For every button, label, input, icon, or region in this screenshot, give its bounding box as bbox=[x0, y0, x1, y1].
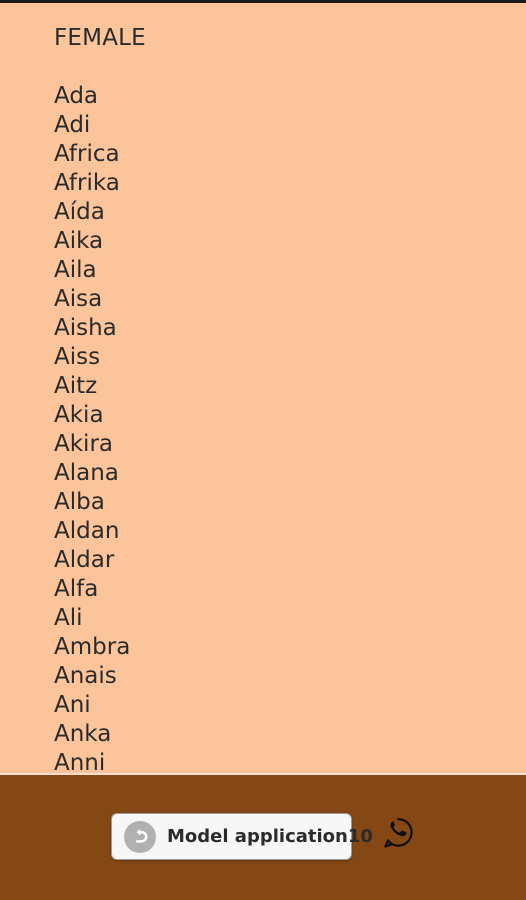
list-item[interactable]: Alana bbox=[54, 459, 526, 488]
back-arrow-icon[interactable] bbox=[124, 820, 156, 853]
section-title: FEMALE bbox=[54, 25, 146, 51]
list-item[interactable]: Ambra bbox=[54, 633, 526, 662]
list-item[interactable]: Africa bbox=[54, 140, 526, 169]
content-inner: FEMALE Ada Adi Africa Afrika Aída Aika A… bbox=[0, 3, 526, 773]
list-item[interactable]: Aisa bbox=[54, 285, 526, 314]
list-item[interactable]: Aída bbox=[54, 198, 526, 227]
list-item[interactable]: Aiss bbox=[54, 343, 526, 372]
app-switch-button[interactable]: Model application10 bbox=[111, 813, 373, 860]
list-item[interactable]: Ani bbox=[54, 691, 526, 720]
list-item[interactable]: Akia bbox=[54, 401, 526, 430]
list-item[interactable]: Ali bbox=[54, 604, 526, 633]
list-item[interactable]: Anni bbox=[54, 749, 526, 773]
list-item[interactable]: Aldan bbox=[54, 517, 526, 546]
list-item[interactable]: Anka bbox=[54, 720, 526, 749]
list-item[interactable]: Ada bbox=[54, 82, 526, 111]
name-list-scroll-area[interactable]: FEMALE Ada Adi Africa Afrika Aída Aika A… bbox=[0, 3, 526, 773]
list-item[interactable]: Alfa bbox=[54, 575, 526, 604]
list-item[interactable]: Aisha bbox=[54, 314, 526, 343]
app-root: FEMALE Ada Adi Africa Afrika Aída Aika A… bbox=[0, 0, 526, 900]
list-item[interactable]: Anais bbox=[54, 662, 526, 691]
list-item[interactable]: Aldar bbox=[54, 546, 526, 575]
list-item[interactable]: Adi bbox=[54, 111, 526, 140]
list-item[interactable]: Aitz bbox=[54, 372, 526, 401]
list-item[interactable]: Aika bbox=[54, 227, 526, 256]
list-item[interactable]: Aila bbox=[54, 256, 526, 285]
list-item[interactable]: Alba bbox=[54, 488, 526, 517]
name-list: Ada Adi Africa Afrika Aída Aika Aila Ais… bbox=[54, 82, 526, 773]
app-switch-button-label: Model application10 bbox=[167, 826, 373, 847]
whatsapp-icon[interactable] bbox=[380, 815, 416, 851]
list-item[interactable]: Afrika bbox=[54, 169, 526, 198]
bottom-bar: Model application10 bbox=[0, 775, 526, 900]
list-item[interactable]: Akira bbox=[54, 430, 526, 459]
